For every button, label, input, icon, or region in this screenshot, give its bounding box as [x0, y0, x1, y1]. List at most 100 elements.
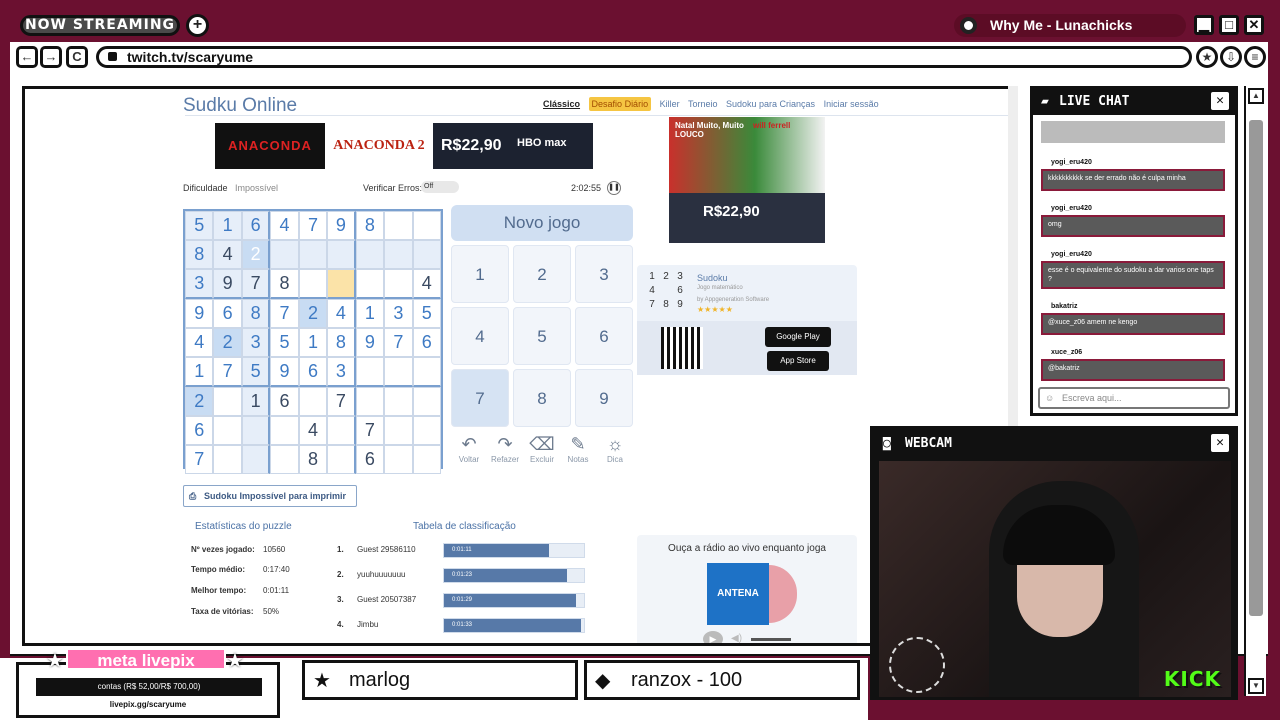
sudoku-cell[interactable] — [355, 269, 385, 299]
url-field[interactable]: twitch.tv/scaryume — [96, 46, 1192, 68]
sudoku-cell[interactable] — [213, 445, 242, 474]
ad-anaconda2[interactable]: ANACONDA 2 — [331, 123, 427, 169]
sudoku-cell[interactable]: 9 — [185, 299, 214, 328]
app-store-button[interactable]: App Store — [767, 351, 829, 371]
sudoku-cell[interactable]: 9 — [270, 357, 299, 387]
sudoku-cell[interactable] — [412, 357, 441, 387]
sudoku-cell[interactable]: 1 — [241, 387, 271, 416]
sudoku-cell[interactable]: 7 — [213, 357, 242, 387]
scroll-down-icon[interactable]: ▼ — [1248, 678, 1264, 694]
sudoku-cell[interactable] — [384, 211, 413, 240]
ad-hbomax[interactable]: R$22,90 HBO max — [433, 123, 593, 169]
sudoku-cell[interactable] — [384, 357, 413, 387]
chat-username[interactable]: yogi_eru420 — [1041, 203, 1225, 215]
main-scrollbar[interactable]: ▲ ▼ — [1244, 86, 1266, 696]
nav-criancas[interactable]: Sudoku para Crianças — [726, 99, 815, 109]
sudoku-cell[interactable]: 7 — [298, 211, 328, 240]
volume-icon[interactable]: ◀) — [731, 633, 742, 643]
scroll-thumb[interactable] — [1249, 120, 1263, 616]
side-ad[interactable]: Natal Muito, Muito LOUCO will ferrell R$… — [669, 117, 825, 243]
sudoku-cell[interactable]: 9 — [213, 269, 242, 299]
sudoku-cell[interactable]: 3 — [327, 357, 356, 387]
sudoku-cell[interactable] — [298, 387, 328, 416]
sudoku-cell[interactable]: 6 — [270, 387, 299, 416]
numpad-2-button[interactable]: 2 — [513, 245, 571, 303]
nav-desafio-diario[interactable]: Desafio Diário — [588, 97, 652, 111]
sudoku-cell[interactable]: 9 — [327, 211, 356, 240]
minimize-button[interactable]: ▁ — [1194, 15, 1214, 35]
sudoku-cell[interactable]: 8 — [327, 328, 356, 357]
download-icon[interactable]: ⇩ — [1220, 46, 1242, 68]
numpad-9-button[interactable]: 9 — [575, 369, 633, 427]
sudoku-cell[interactable] — [213, 416, 242, 445]
numpad-3-button[interactable]: 3 — [575, 245, 633, 303]
numpad-1-button[interactable]: 1 — [451, 245, 509, 303]
sudoku-cell[interactable]: 7 — [384, 328, 413, 357]
chat-username[interactable]: bakatriz — [1041, 301, 1225, 313]
radio-logo[interactable]: ANTENA — [707, 563, 769, 625]
plus-button[interactable]: + — [186, 14, 209, 37]
sudoku-cell[interactable] — [412, 211, 441, 240]
sudoku-cell[interactable]: 7 — [185, 445, 214, 474]
sudoku-cell[interactable] — [298, 240, 328, 269]
ad-anaconda[interactable]: ANACONDA — [215, 123, 325, 169]
sudoku-cell[interactable]: 6 — [213, 299, 242, 328]
sudoku-cell[interactable]: 5 — [185, 211, 214, 240]
sudoku-cell[interactable] — [384, 416, 413, 445]
sudoku-cell[interactable]: 5 — [241, 357, 271, 387]
sudoku-cell[interactable] — [270, 445, 299, 474]
sudoku-cell[interactable]: 6 — [298, 357, 328, 387]
sudoku-cell[interactable]: 3 — [384, 299, 413, 328]
numpad-5-button[interactable]: 5 — [513, 307, 571, 365]
webcam-close-button[interactable]: ✕ — [1211, 434, 1229, 452]
sudoku-cell[interactable]: 7 — [270, 299, 299, 328]
sudoku-cell[interactable] — [355, 387, 385, 416]
sudoku-cell[interactable]: 7 — [355, 416, 385, 445]
chat-username[interactable]: xuce_z06 — [1041, 347, 1225, 359]
sudoku-cell[interactable]: 2 — [298, 299, 328, 328]
sudoku-cell[interactable] — [327, 445, 356, 474]
sudoku-cell[interactable]: 7 — [327, 387, 356, 416]
sudoku-cell[interactable] — [384, 269, 413, 299]
pause-icon[interactable]: ❚❚ — [607, 181, 621, 195]
sudoku-cell[interactable]: 1 — [185, 357, 214, 387]
menu-icon[interactable]: ≡ — [1244, 46, 1266, 68]
site-logo[interactable]: Sudku Online — [183, 95, 297, 117]
sudoku-cell[interactable] — [412, 387, 441, 416]
nav-killer[interactable]: Killer — [660, 99, 680, 109]
sudoku-cell[interactable] — [327, 269, 356, 299]
sudoku-cell[interactable] — [412, 416, 441, 445]
back-button[interactable]: ← — [16, 46, 38, 68]
numpad-4-button[interactable]: 4 — [451, 307, 509, 365]
sudoku-cell[interactable]: 8 — [355, 211, 385, 240]
sudoku-cell[interactable]: 4 — [298, 416, 328, 445]
difficulty-select[interactable]: Impossível — [235, 183, 278, 193]
nav-classico[interactable]: Clássico — [543, 99, 580, 109]
sudoku-cell[interactable]: 4 — [327, 299, 356, 328]
close-button[interactable]: ✕ — [1244, 15, 1264, 35]
nav-torneio[interactable]: Torneio — [688, 99, 718, 109]
sudoku-cell[interactable] — [355, 357, 385, 387]
forward-button[interactable]: → — [40, 46, 62, 68]
print-button[interactable]: ⎙ Sudoku Impossível para imprimir — [183, 485, 357, 507]
sudoku-grid[interactable]: 5164798842397849687241354235189761759632… — [183, 209, 443, 474]
sudoku-cell[interactable]: 4 — [270, 211, 299, 240]
sudoku-cell[interactable] — [384, 240, 413, 269]
sudoku-cell[interactable]: 2 — [213, 328, 242, 357]
sudoku-cell[interactable] — [298, 269, 328, 299]
sudoku-cell[interactable] — [384, 387, 413, 416]
chat-close-button[interactable]: ✕ — [1211, 92, 1229, 110]
sudoku-cell[interactable]: 8 — [185, 240, 214, 269]
sudoku-cell[interactable] — [213, 387, 242, 416]
redo-button[interactable]: ↷ Refazer — [485, 433, 525, 464]
star-icon[interactable]: ★ — [1196, 46, 1218, 68]
sudoku-cell[interactable] — [327, 240, 356, 269]
sudoku-cell[interactable]: 2 — [185, 387, 214, 416]
sudoku-cell[interactable]: 7 — [241, 269, 271, 299]
sudoku-cell[interactable] — [270, 416, 299, 445]
sudoku-cell[interactable] — [241, 416, 271, 445]
verify-toggle[interactable]: Off — [421, 181, 459, 193]
sudoku-cell[interactable] — [384, 445, 413, 474]
sudoku-cell[interactable]: 6 — [412, 328, 441, 357]
sudoku-cell[interactable]: 9 — [355, 328, 385, 357]
